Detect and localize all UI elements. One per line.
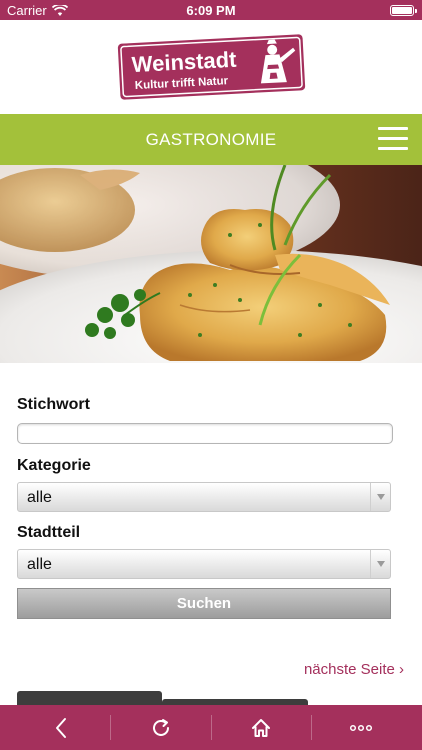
keyword-label: Stichwort: [17, 396, 90, 413]
keyword-input[interactable]: [18, 424, 392, 443]
next-page-link[interactable]: nächste Seite ›: [304, 661, 404, 678]
home-button[interactable]: [211, 705, 311, 750]
status-bar: Carrier 6:09 PM: [0, 0, 422, 20]
district-select[interactable]: alle: [17, 549, 391, 579]
hero-food-image: [0, 165, 422, 363]
battery-icon: [390, 5, 417, 16]
home-icon: [252, 718, 270, 737]
keyword-field[interactable]: [17, 423, 393, 444]
category-label: Kategorie: [17, 457, 91, 474]
category-value: alle: [27, 489, 52, 506]
food-photo: [0, 165, 422, 363]
page-title: GASTRONOMIE: [145, 130, 277, 149]
back-icon: [56, 717, 66, 738]
app-screen: Carrier 6:09 PM Weinstadt Kultur trifft …: [0, 0, 422, 750]
weinstadt-logo[interactable]: Weinstadt Kultur trifft Natur: [117, 33, 307, 101]
section-nav-bar: GASTRONOMIE: [0, 114, 422, 165]
logo-header: Weinstadt Kultur trifft Natur: [0, 20, 422, 114]
more-button[interactable]: [311, 705, 411, 750]
more-icon: [349, 724, 373, 731]
search-button[interactable]: Suchen: [17, 588, 391, 619]
chevron-down-icon: [370, 483, 390, 511]
district-label: Stadtteil: [17, 524, 81, 541]
reload-button[interactable]: [111, 705, 211, 750]
back-button[interactable]: [11, 705, 111, 750]
bottom-toolbar: [0, 705, 422, 750]
district-value: alle: [27, 556, 52, 573]
category-select[interactable]: alle: [17, 482, 391, 512]
clock: 6:09 PM: [186, 3, 236, 18]
hamburger-menu-icon[interactable]: [378, 127, 408, 151]
chevron-down-icon: [370, 550, 390, 578]
reload-icon: [153, 718, 169, 736]
